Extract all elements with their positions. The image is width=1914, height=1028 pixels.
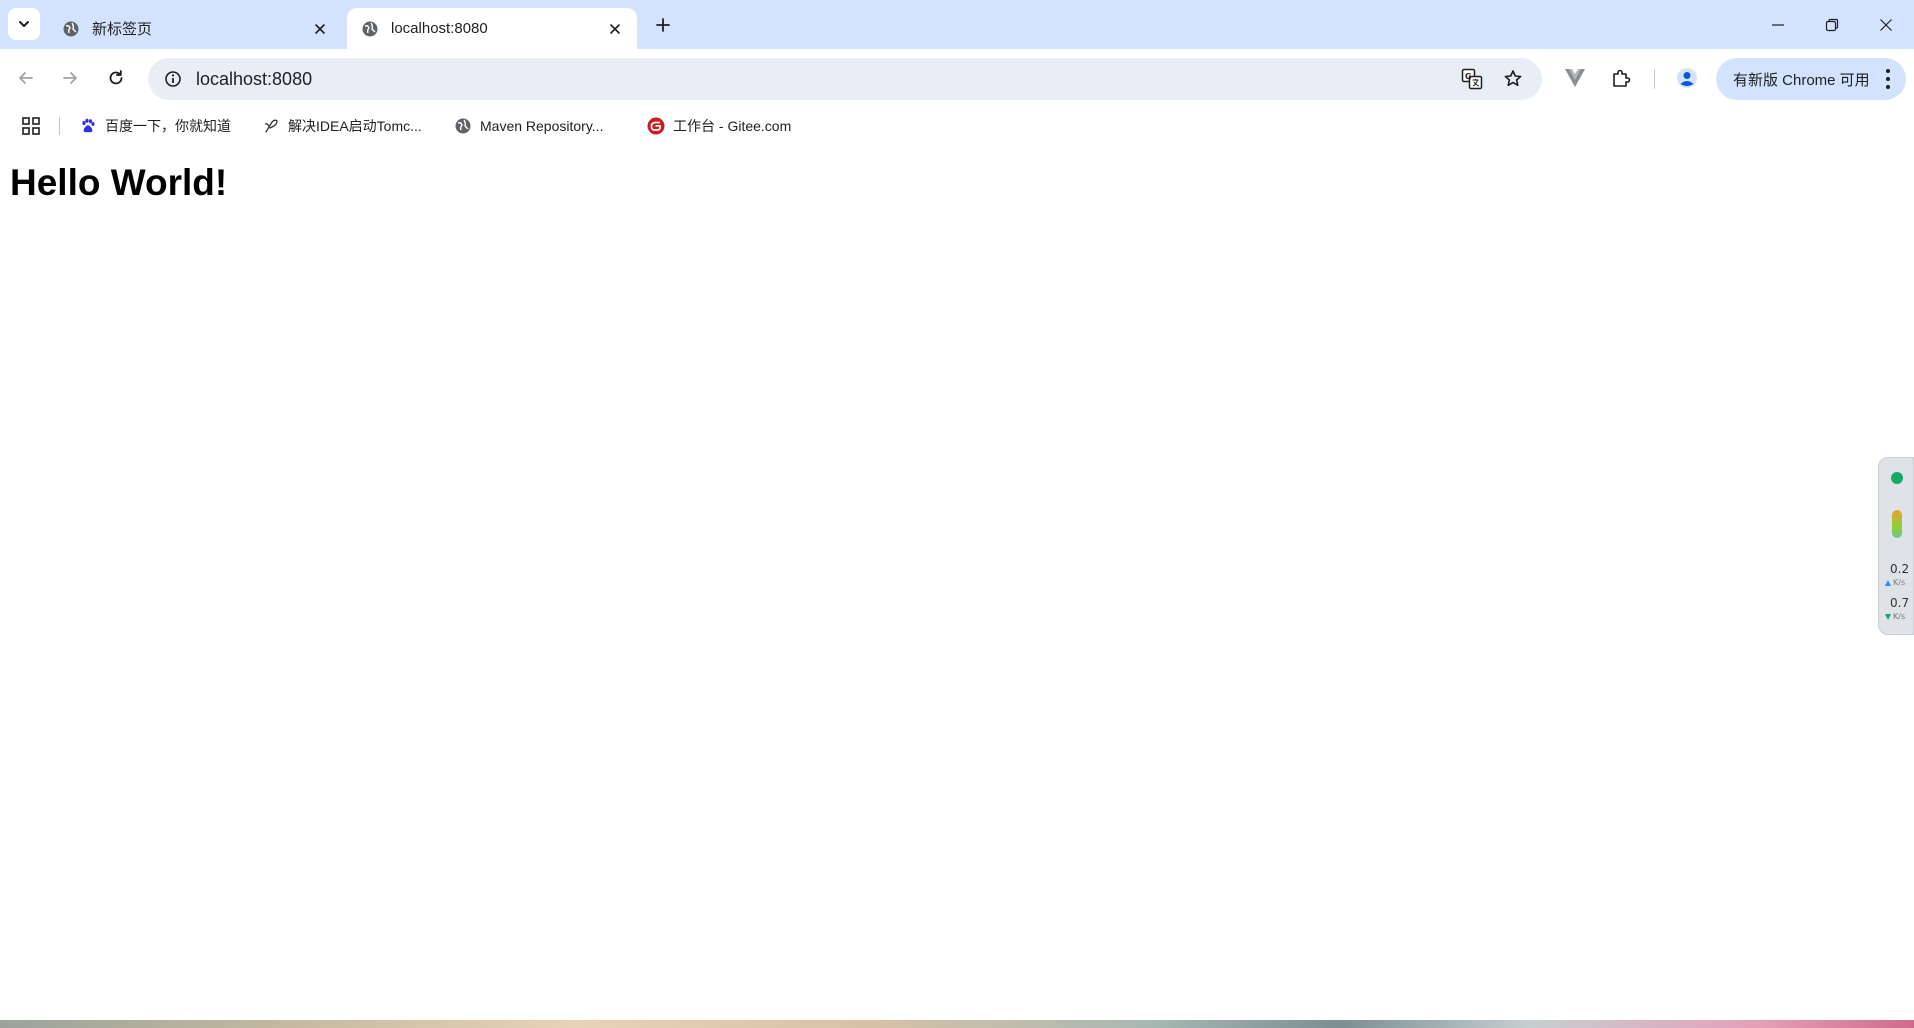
download-arrow-icon xyxy=(1885,614,1891,620)
tab-new-tab[interactable]: 新标签页 xyxy=(48,8,342,49)
upload-arrow-icon xyxy=(1885,580,1891,586)
feather-icon xyxy=(262,117,280,135)
reload-icon xyxy=(109,70,123,85)
more-menu-icon[interactable] xyxy=(1884,69,1892,89)
arrow-left-icon xyxy=(19,72,33,84)
upload-rate: 0.2 xyxy=(1890,562,1910,576)
chrome-update-button[interactable]: 有新版 Chrome 可用 xyxy=(1716,58,1906,100)
tab-strip: 新标签页 localhost:8080 xyxy=(0,0,1914,49)
network-speed-widget[interactable]: 0.2 K/s 0.7 K/s xyxy=(1878,457,1914,635)
back-button[interactable] xyxy=(8,60,44,96)
globe-icon xyxy=(361,20,379,38)
close-tab-button[interactable] xyxy=(603,17,627,41)
page-content: Hello World! xyxy=(0,142,1914,1020)
reload-button[interactable] xyxy=(98,60,134,96)
minimize-icon xyxy=(1772,23,1784,26)
close-icon xyxy=(610,23,620,34)
toolbar-divider xyxy=(1654,69,1655,89)
taskbar-edge xyxy=(0,1020,1914,1028)
close-icon xyxy=(315,23,325,34)
bookmark-gitee[interactable]: 工作台 - Gitee.com xyxy=(647,114,791,138)
bookmark-star-icon[interactable] xyxy=(1501,67,1525,91)
site-info-icon[interactable] xyxy=(162,68,184,90)
close-tab-button[interactable] xyxy=(308,17,332,41)
address-bar[interactable]: localhost:8080 G xyxy=(148,58,1542,100)
tab-search-button[interactable] xyxy=(8,8,40,40)
page-heading: Hello World! xyxy=(10,162,228,203)
bookmark-label: Maven Repository... xyxy=(480,118,604,134)
usage-gauge xyxy=(1892,510,1902,538)
bookmarks-bar: 百度一下，你就知道 解决IDEA启动Tomc... Maven Reposito… xyxy=(0,108,1914,142)
update-label: 有新版 Chrome 可用 xyxy=(1733,71,1870,89)
bookmark-label: 解决IDEA启动Tomc... xyxy=(288,118,422,134)
tab-localhost[interactable]: localhost:8080 xyxy=(347,8,637,49)
restore-button[interactable] xyxy=(1804,0,1860,49)
download-unit: K/s xyxy=(1893,612,1906,621)
restore-icon xyxy=(1825,18,1839,31)
chevron-down-icon xyxy=(19,21,29,27)
bookmark-label: 工作台 - Gitee.com xyxy=(673,118,792,134)
download-rate: 0.7 xyxy=(1890,596,1910,610)
url-text[interactable]: localhost:8080 xyxy=(196,69,312,90)
apps-grid-icon[interactable] xyxy=(20,115,42,137)
profile-avatar-icon[interactable] xyxy=(1671,62,1703,94)
close-icon xyxy=(1880,18,1892,31)
extensions-puzzle-icon[interactable] xyxy=(1605,62,1637,94)
globe-icon xyxy=(454,117,472,135)
close-window-button[interactable] xyxy=(1858,0,1914,49)
upload-unit: K/s xyxy=(1893,578,1906,587)
browser-toolbar: localhost:8080 G 有新版 Chrome 可用 xyxy=(0,49,1914,108)
bookmark-idea-tomcat[interactable]: 解决IDEA启动Tomc... xyxy=(262,114,422,138)
translate-icon[interactable]: G xyxy=(1460,67,1484,91)
tab-title: 新标签页 xyxy=(92,21,153,38)
minimize-button[interactable] xyxy=(1750,0,1806,49)
gitee-icon xyxy=(647,117,665,135)
forward-button[interactable] xyxy=(52,60,88,96)
bookmarks-divider xyxy=(59,117,60,135)
new-tab-button[interactable] xyxy=(649,11,677,39)
svg-text:G: G xyxy=(1465,72,1472,81)
arrow-right-icon xyxy=(63,72,77,84)
status-dot-icon xyxy=(1891,472,1903,484)
globe-icon xyxy=(62,20,80,38)
plus-icon xyxy=(656,18,670,32)
bookmark-baidu[interactable]: 百度一下，你就知道 xyxy=(79,114,231,138)
bookmark-label: 百度一下，你就知道 xyxy=(105,118,231,134)
vue-devtools-icon[interactable] xyxy=(1559,62,1591,94)
tab-title: localhost:8080 xyxy=(391,20,488,37)
baidu-paw-icon xyxy=(79,117,97,135)
bookmark-maven[interactable]: Maven Repository... xyxy=(454,114,603,138)
